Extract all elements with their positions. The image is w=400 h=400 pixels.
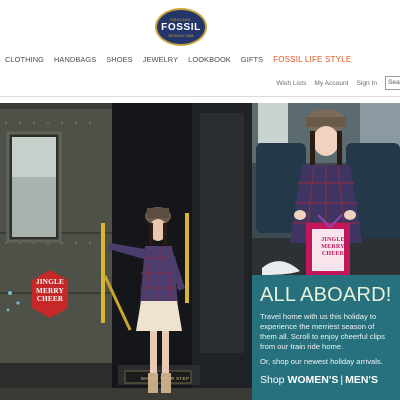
logo-brand-text: FOSSIL [161, 21, 201, 33]
promo-body: Travel home with us this holiday to expe… [260, 312, 385, 351]
sign-right-line-3: CHEER [321, 251, 345, 257]
sign-left-line-3: CHEER [36, 295, 64, 303]
search-input[interactable]: Sea [385, 76, 400, 90]
nav-fossil-life-style[interactable]: FOSSIL LIFE STYLE [273, 55, 351, 64]
jingle-sign-left-text: JINGLE MERRY CHEER [30, 278, 70, 304]
main-nav: CLOTHING HANDBAGS SHOES JEWELRY LOOKBOOK… [0, 52, 361, 66]
sign-in-link[interactable]: Sign In [356, 80, 377, 87]
jingle-sign-right-text: JINGLE MERRY CHEER [316, 237, 350, 258]
sign-left-line-1: JINGLE [36, 278, 64, 286]
shop-links: Shop WOMEN'S | MEN'S [260, 374, 392, 386]
nav-jewelry[interactable]: JEWELRY [143, 55, 178, 64]
sign-right-line-2: MERRY [321, 244, 345, 250]
shop-prefix: Shop [260, 374, 285, 386]
wish-lists-link[interactable]: Wish Lists [276, 80, 306, 87]
sign-left-line-2: MERRY [36, 286, 64, 295]
fossil-logo[interactable]: ORIGINAL FOSSIL DESIGN 1984 [155, 8, 207, 46]
promo-title: ALL ABOARD! [260, 284, 392, 306]
sign-right-line-1: JINGLE [321, 237, 345, 243]
logo-badge: ORIGINAL FOSSIL DESIGN 1984 [155, 8, 207, 46]
watch-your-step-label: WATCH YOUR STEP [140, 376, 190, 381]
shop-separator: | [340, 374, 344, 386]
nav-gifts[interactable]: GIFTS [241, 55, 263, 64]
promo-subtext: Or, shop our newest holiday arrivals. [260, 357, 383, 366]
logo-bottom-text: DESIGN 1984 [168, 32, 194, 38]
nav-shoes[interactable]: SHOES [106, 55, 132, 64]
promo-panel: ALL ABOARD! Travel home with us this hol… [252, 275, 400, 400]
shop-mens-link[interactable]: MEN'S [345, 374, 378, 386]
my-account-link[interactable]: My Account [314, 80, 348, 87]
nav-lookbook[interactable]: LOOKBOOK [188, 55, 231, 64]
nav-clothing[interactable]: CLOTHING [5, 55, 44, 64]
nav-handbags[interactable]: HANDBAGS [54, 55, 96, 64]
utility-bar: Wish Lists My Account Sign In Sea [276, 76, 400, 90]
header-divider [0, 96, 400, 97]
shop-womens-link[interactable]: WOMEN'S [287, 374, 338, 386]
